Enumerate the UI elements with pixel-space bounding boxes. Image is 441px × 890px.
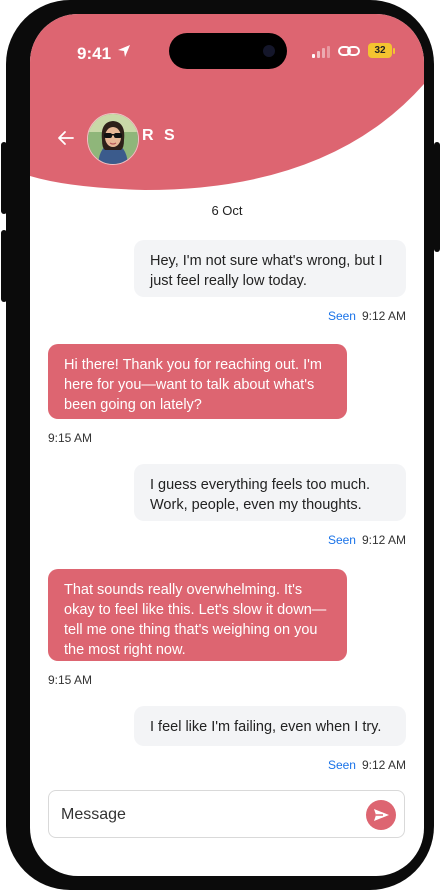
message-time: 9:12 AM (361, 533, 406, 547)
incoming-message-bubble[interactable]: Hi there! Thank you for reaching out. I'… (48, 344, 347, 419)
message-line: just feel really low today. (150, 273, 307, 289)
battery-tip (393, 48, 395, 54)
power-button (434, 142, 440, 252)
hotspot-link-icon (338, 46, 360, 56)
camera-icon (263, 45, 275, 57)
phone-frame: 9:41 32 R S 6 Oct Hey, I'm not sure what… (6, 0, 434, 890)
message-line: I feel like I'm failing, even when I try… (150, 719, 382, 735)
phone-screen: 9:41 32 R S 6 Oct Hey, I'm not sure what… (30, 14, 424, 876)
message-line: been going on lately? (64, 397, 202, 413)
message-line: Hi there! Thank you for reaching out. I'… (64, 357, 322, 373)
send-button[interactable] (366, 800, 396, 830)
seen-label: Seen (327, 309, 356, 323)
message-line: Hey, I'm not sure what's wrong, but I (150, 253, 383, 269)
date-separator: 6 Oct (211, 203, 243, 218)
outgoing-message-bubble[interactable]: Hey, I'm not sure what's wrong, but I ju… (134, 240, 406, 297)
seen-label: Seen (327, 758, 356, 772)
outgoing-message-bubble[interactable]: I guess everything feels too much. Work,… (134, 464, 406, 521)
message-meta: Seen 9:12 AM (328, 533, 406, 547)
message-time: 9:15 AM (48, 431, 93, 445)
message-line: Work, people, even my thoughts. (150, 497, 362, 513)
message-time: 9:12 AM (361, 309, 406, 323)
message-meta: Seen 9:12 AM (328, 309, 406, 323)
send-icon (374, 809, 389, 821)
message-time: 9:15 AM (48, 673, 93, 687)
location-arrow-icon (118, 45, 130, 57)
message-time: 9:12 AM (361, 758, 406, 772)
avatar-photo (88, 114, 138, 164)
battery-icon: 32 (368, 43, 392, 58)
message-input[interactable] (59, 801, 353, 829)
message-line: tell me one thing that's weighing on you (64, 622, 318, 638)
contact-name[interactable]: R S (142, 127, 178, 145)
status-time: 9:41 (77, 44, 112, 63)
outgoing-message-bubble[interactable]: I feel like I'm failing, even when I try… (134, 706, 406, 746)
message-line: here for you—want to talk about what's (64, 377, 315, 393)
message-meta: Seen 9:12 AM (328, 758, 406, 772)
signal-icon (312, 46, 330, 58)
message-composer (48, 790, 405, 838)
message-line: That sounds really overwhelming. It's (64, 582, 303, 598)
seen-label: Seen (327, 533, 356, 547)
message-line: the most right now. (64, 642, 186, 658)
message-line: I guess everything feels too much. (150, 477, 371, 493)
avatar[interactable] (87, 113, 139, 165)
incoming-message-bubble[interactable]: That sounds really overwhelming. It's ok… (48, 569, 347, 661)
back-arrow-icon[interactable] (56, 128, 76, 148)
dynamic-island (169, 33, 287, 69)
message-line: okay to feel like this. Let's slow it do… (64, 602, 327, 618)
